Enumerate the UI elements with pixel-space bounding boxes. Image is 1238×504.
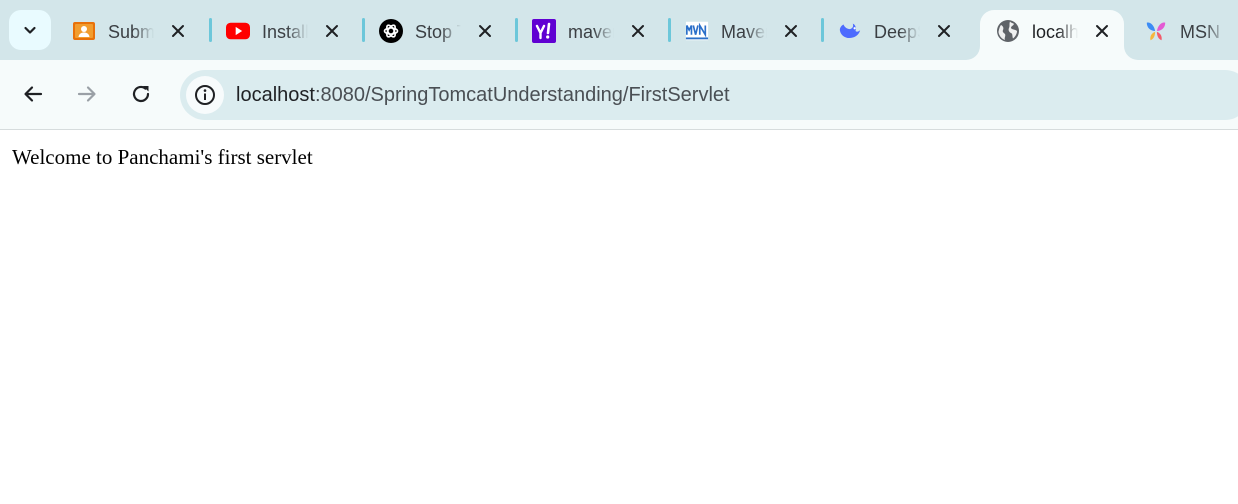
browser-window: Submit Install bbox=[0, 0, 1238, 504]
close-icon[interactable] bbox=[320, 19, 344, 43]
globe-icon bbox=[996, 19, 1020, 43]
tab-maven-search[interactable]: maven bbox=[516, 10, 666, 52]
tab-title: DeepS bbox=[874, 22, 920, 42]
classroom-icon bbox=[72, 19, 96, 43]
arrow-right-icon bbox=[77, 86, 96, 102]
mvn-icon bbox=[685, 19, 709, 43]
msn-icon bbox=[1144, 19, 1168, 43]
chatgpt-icon bbox=[379, 19, 403, 43]
tab-title: Install bbox=[262, 22, 308, 42]
tab-search-button[interactable] bbox=[9, 10, 51, 50]
close-icon[interactable] bbox=[166, 19, 190, 43]
deepseek-icon bbox=[838, 19, 862, 43]
tab-maven-repo[interactable]: Maven bbox=[669, 10, 819, 52]
reload-icon bbox=[132, 85, 150, 103]
tab-title: Stop T bbox=[415, 22, 461, 42]
youtube-icon bbox=[226, 19, 250, 43]
tab-title: Submit bbox=[108, 22, 154, 42]
tab-title: MSN bbox=[1180, 22, 1220, 42]
close-icon[interactable] bbox=[1090, 19, 1114, 43]
tab-install[interactable]: Install bbox=[210, 10, 360, 52]
tab-title: maven bbox=[568, 22, 614, 42]
close-icon[interactable] bbox=[473, 19, 497, 43]
back-button[interactable] bbox=[15, 76, 51, 112]
tab-strip: Submit Install bbox=[0, 0, 1238, 60]
close-icon[interactable] bbox=[932, 19, 956, 43]
tab-title: Maven bbox=[721, 22, 767, 42]
tab-submit[interactable]: Submit bbox=[56, 10, 206, 52]
tab-deepseek[interactable]: DeepS bbox=[822, 10, 972, 52]
tab-stop[interactable]: Stop T bbox=[363, 10, 513, 52]
address-bar[interactable]: localhost:8080/SpringTomcatUnderstanding… bbox=[180, 70, 1238, 120]
tab-localhost[interactable]: localh bbox=[980, 10, 1124, 60]
servlet-message: Welcome to Panchami's first servlet bbox=[12, 145, 313, 169]
page-content: Welcome to Panchami's first servlet bbox=[0, 130, 1238, 504]
info-icon bbox=[195, 85, 215, 105]
url-text[interactable]: localhost:8080/SpringTomcatUnderstanding… bbox=[236, 83, 730, 107]
close-icon[interactable] bbox=[626, 19, 650, 43]
tab-title: localh bbox=[1032, 22, 1078, 42]
reload-button[interactable] bbox=[123, 76, 159, 112]
toolbar: localhost:8080/SpringTomcatUnderstanding… bbox=[0, 60, 1238, 129]
yahoo-icon bbox=[532, 19, 556, 43]
close-icon[interactable] bbox=[779, 19, 803, 43]
site-info-button[interactable] bbox=[186, 76, 224, 114]
tab-msn[interactable]: MSN bbox=[1128, 10, 1238, 52]
arrow-left-icon bbox=[24, 86, 43, 102]
forward-button[interactable] bbox=[69, 76, 105, 112]
url-host: localhost bbox=[236, 84, 315, 106]
chevron-down-icon bbox=[24, 26, 36, 34]
url-path: :8080/SpringTomcatUnderstanding/FirstSer… bbox=[314, 84, 730, 106]
